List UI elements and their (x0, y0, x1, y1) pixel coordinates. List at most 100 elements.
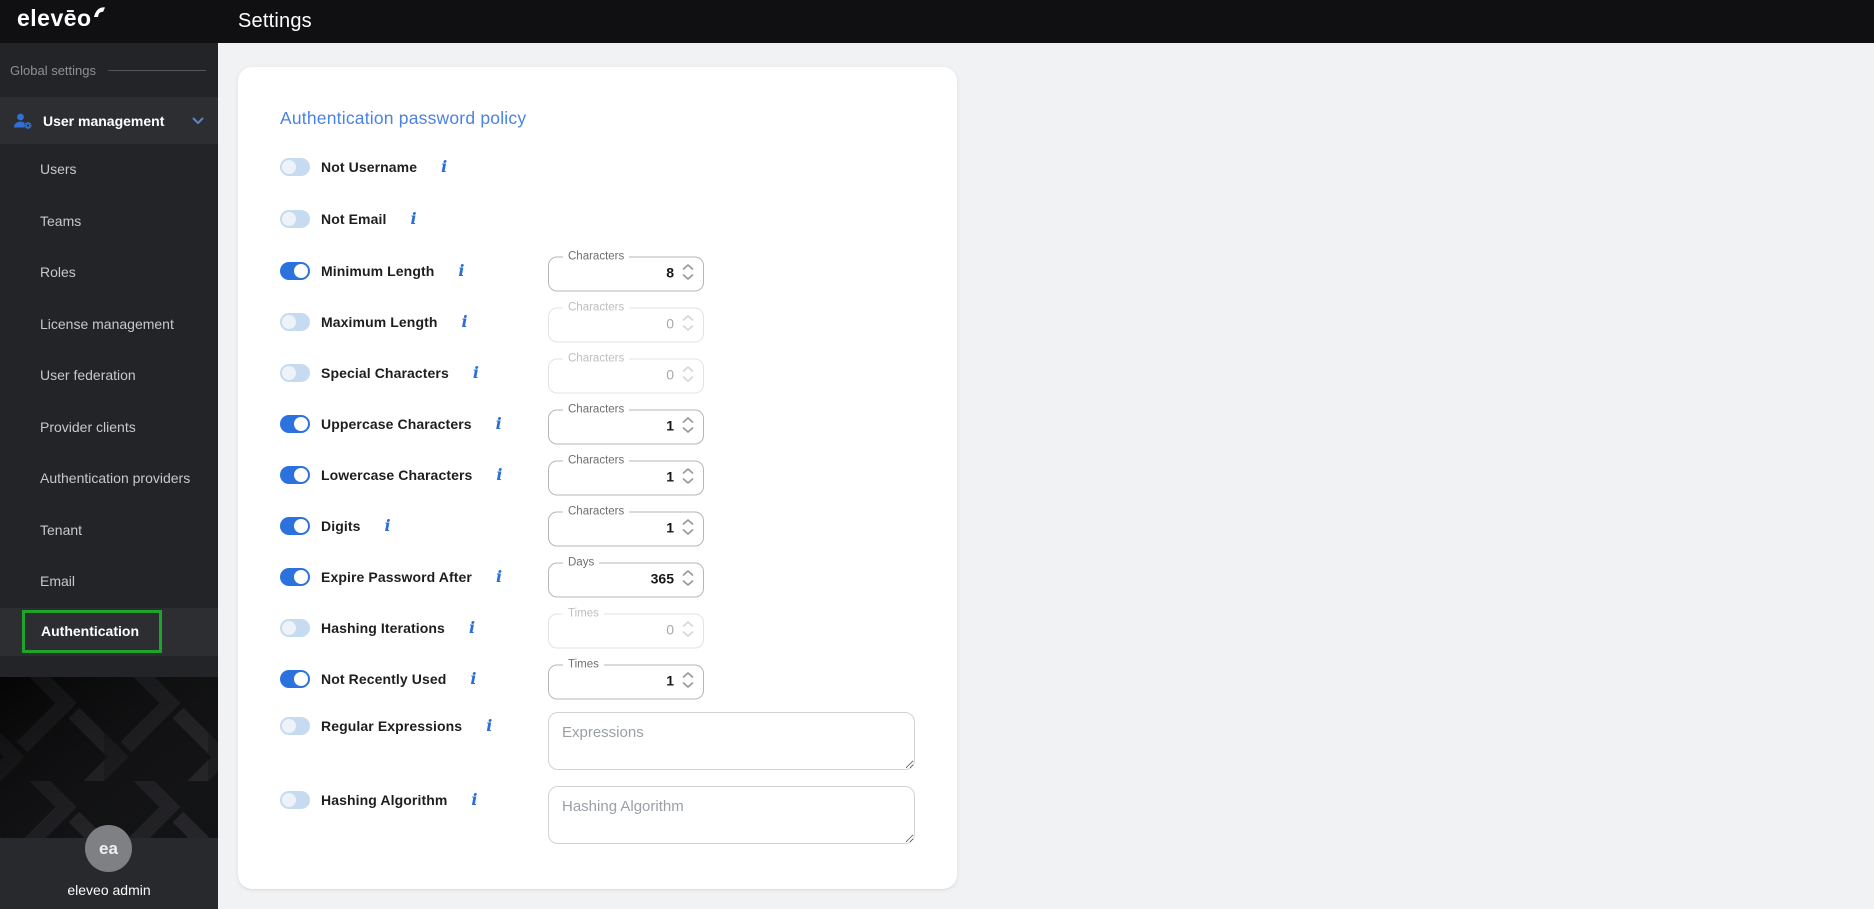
field-label: Characters (563, 505, 629, 518)
toggle-uppercase-characters[interactable] (280, 415, 310, 433)
sidebar-nav: Users Teams Roles License management User fe… (0, 144, 218, 656)
sidebar-item-roles[interactable]: Roles (0, 247, 218, 299)
sidebar-item-email[interactable]: Email (0, 556, 218, 608)
chevron-down-icon[interactable] (682, 682, 694, 689)
number-stepper (681, 366, 695, 383)
field-value-input[interactable] (561, 672, 681, 688)
info-icon[interactable]: i (496, 467, 502, 483)
toggle-not-username[interactable] (280, 158, 310, 176)
hashing-algorithm-textarea[interactable] (548, 786, 915, 844)
divider (108, 70, 206, 71)
sidebar-item-authentication[interactable]: Authentication (0, 608, 218, 656)
chevron-up-icon[interactable] (682, 570, 694, 577)
chevron-down-icon[interactable] (682, 478, 694, 485)
policy-label: Uppercase Characters (321, 416, 472, 432)
field-label: Characters (563, 352, 629, 365)
field-value-input[interactable] (561, 264, 681, 280)
field-value-input[interactable] (561, 519, 681, 535)
toggle-minimum-length[interactable] (280, 262, 310, 280)
regular-expressions-textarea[interactable] (548, 712, 915, 770)
toggle-regular-expressions[interactable] (280, 717, 310, 735)
app-logo[interactable]: elevēo (17, 3, 106, 33)
policy-label: Digits (321, 518, 361, 534)
field-label: Characters (563, 250, 629, 263)
policy-row-not-recently-used: Not Recently UsediTimes (280, 653, 915, 704)
sidebar-item-teams[interactable]: Teams (0, 196, 218, 248)
toggle-special-characters[interactable] (280, 364, 310, 382)
field-value-input[interactable] (561, 570, 681, 586)
info-icon[interactable]: i (470, 671, 476, 687)
number-field-digits: Characters (548, 505, 704, 546)
sidebar-item-label: License management (40, 315, 174, 334)
toggle-digits[interactable] (280, 517, 310, 535)
chevron-up-icon[interactable] (682, 366, 694, 373)
chevron-up-icon[interactable] (682, 417, 694, 424)
toggle-maximum-length[interactable] (280, 313, 310, 331)
info-icon[interactable]: i (441, 159, 447, 175)
avatar[interactable]: ea (85, 825, 132, 872)
sidebar-item-user-federation[interactable]: User federation (0, 350, 218, 402)
toggle-not-recently-used[interactable] (280, 670, 310, 688)
chevron-up-icon[interactable] (682, 264, 694, 271)
chevron-down-icon[interactable] (682, 529, 694, 536)
auth-password-policy-card: Authentication password policy Not Usern… (238, 67, 957, 889)
sidebar-item-label: Teams (40, 212, 81, 231)
toggle-expire-password-after[interactable] (280, 568, 310, 586)
chevron-down-icon[interactable] (682, 580, 694, 587)
chevron-up-icon[interactable] (682, 672, 694, 679)
chevron-up-icon[interactable] (682, 621, 694, 628)
chevron-up-icon[interactable] (682, 468, 694, 475)
chevron-down-icon[interactable] (682, 376, 694, 383)
info-icon[interactable]: i (496, 569, 502, 585)
toggle-not-email[interactable] (280, 210, 310, 228)
toggle-hashing-algorithm[interactable] (280, 791, 310, 809)
toggle-knob (282, 793, 296, 807)
chevron-down-icon[interactable] (682, 325, 694, 332)
info-icon[interactable]: i (385, 518, 391, 534)
info-icon[interactable]: i (473, 365, 479, 381)
policy-row-regular-expressions: Regular Expressionsi (280, 704, 915, 778)
info-icon[interactable]: i (410, 211, 416, 227)
number-stepper (681, 315, 695, 332)
info-icon[interactable]: i (496, 416, 502, 432)
sidebar-section-label: Global settings (10, 63, 96, 78)
chevron-down-icon[interactable] (682, 427, 694, 434)
info-icon[interactable]: i (469, 620, 475, 636)
chevron-down-icon[interactable] (192, 117, 204, 125)
sidebar-item-user-management[interactable]: User management (0, 97, 218, 144)
chevron-down-icon[interactable] (682, 274, 694, 281)
policy-row-minimum-length: Minimum Length i Characters (280, 245, 915, 296)
field-value-input[interactable] (561, 315, 681, 331)
policy-row-special-characters: Special CharactersiCharacters (280, 347, 915, 398)
chevron-up-icon[interactable] (682, 315, 694, 322)
sidebar-item-provider-clients[interactable]: Provider clients (0, 402, 218, 454)
number-stepper (681, 468, 695, 485)
chevron-down-icon[interactable] (682, 631, 694, 638)
field-value-input[interactable] (561, 621, 681, 637)
policy-row-uppercase-characters: Uppercase CharactersiCharacters (280, 398, 915, 449)
sidebar-item-label: Tenant (40, 521, 82, 540)
field-value-input[interactable] (561, 468, 681, 484)
info-icon[interactable]: i (471, 792, 477, 808)
field-value-input[interactable] (561, 417, 681, 433)
policy-label: Minimum Length (321, 263, 434, 279)
sidebar-item-label: User federation (40, 366, 136, 385)
sidebar-item-label: Provider clients (40, 418, 136, 437)
toggle-hashing-iterations[interactable] (280, 619, 310, 637)
policy-label: Expire Password After (321, 569, 472, 585)
sidebar-item-license-management[interactable]: License management (0, 299, 218, 351)
sidebar-decorative-pattern (0, 677, 218, 838)
number-stepper (681, 570, 695, 587)
user-name: eleveo admin (0, 882, 218, 898)
sidebar-item-label: Authentication providers (40, 469, 190, 488)
sidebar-item-users[interactable]: Users (0, 144, 218, 196)
info-icon[interactable]: i (458, 263, 464, 279)
toggle-lowercase-characters[interactable] (280, 466, 310, 484)
sidebar-item-authentication-providers[interactable]: Authentication providers (0, 453, 218, 505)
info-icon[interactable]: i (462, 314, 468, 330)
policy-row-digits: Digits i Characters (280, 500, 915, 551)
sidebar-item-tenant[interactable]: Tenant (0, 505, 218, 557)
field-value-input[interactable] (561, 366, 681, 382)
chevron-up-icon[interactable] (682, 519, 694, 526)
info-icon[interactable]: i (486, 718, 492, 734)
